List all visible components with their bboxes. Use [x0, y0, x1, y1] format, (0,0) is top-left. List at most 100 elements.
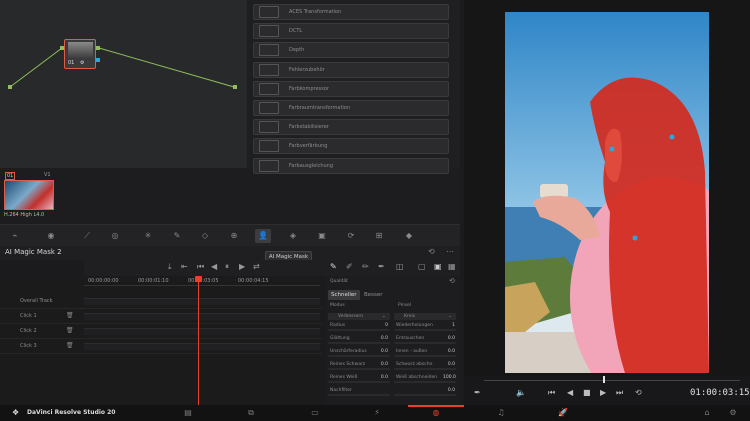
setting-slider[interactable] — [328, 368, 390, 370]
effect-item[interactable]: Farbverfärbung — [253, 138, 449, 155]
curves-icon[interactable]: ⌁ — [10, 231, 20, 241]
settings-gear-icon[interactable]: ⚙ — [728, 408, 738, 418]
window-icon[interactable]: ◇ — [200, 231, 210, 241]
setting-value: 0.0 — [380, 349, 388, 354]
effect-item[interactable]: Farbstabilisierer — [253, 119, 449, 136]
setting-label: Entrauschen — [396, 336, 425, 341]
play-icon[interactable]: ▶ — [600, 389, 606, 397]
setting-slider[interactable] — [328, 355, 390, 357]
options-icon[interactable]: ⋯ — [446, 247, 454, 256]
effect-item[interactable]: Farbraumtransformation — [253, 100, 449, 116]
stop-icon[interactable]: ■ — [583, 389, 591, 397]
show-mask-icon[interactable]: ▢ — [418, 262, 426, 271]
track-reverse-icon[interactable]: ⇤ — [181, 262, 188, 271]
tracker-icon[interactable]: ⊕ — [229, 231, 239, 241]
qualifier-icon[interactable]: ✎ — [172, 231, 182, 241]
skip-start-icon[interactable]: ⏮ — [548, 389, 555, 397]
track-row[interactable]: Click 3 🗑 — [0, 339, 322, 354]
effect-label: DCTL — [289, 28, 303, 35]
effect-item[interactable]: ACES Transformation — [253, 4, 449, 20]
setting-slider[interactable] — [394, 329, 456, 331]
loop-icon[interactable]: ⟲ — [635, 389, 642, 397]
hdr-icon[interactable]: ⟋ — [82, 231, 92, 241]
effect-item[interactable]: DCTL — [253, 23, 449, 40]
fusion-page-icon[interactable]: ⚡ — [372, 408, 382, 418]
add-point-icon[interactable]: ✎ — [330, 262, 337, 271]
effect-icon — [259, 25, 279, 38]
setting-label: Weiß abschneiden — [396, 375, 438, 380]
fairlight-page-icon[interactable]: ♫ — [496, 408, 506, 418]
color-page-tab[interactable]: ◍ — [408, 405, 464, 421]
more-tools-icon[interactable]: ◆ — [404, 231, 414, 241]
track-label: Click 2 — [20, 328, 37, 334]
key-icon[interactable]: ▣ — [317, 231, 327, 241]
skip-end-icon[interactable]: ⏭ — [616, 389, 623, 397]
quality-better-label[interactable]: Besser — [364, 292, 383, 298]
chevron-down-icon: ⌄ — [382, 314, 386, 319]
audio-icon[interactable]: 🔈 — [516, 389, 526, 397]
clip-thumbnail[interactable] — [4, 180, 54, 210]
track-both-icon[interactable]: ⇄ — [253, 262, 260, 271]
setting-label: Unschärferadius — [330, 349, 367, 354]
cut-page-icon[interactable]: ⧉ — [246, 408, 256, 418]
node-input-port[interactable] — [60, 46, 64, 50]
delete-icon[interactable]: 🗑 — [66, 327, 74, 334]
track-row[interactable]: Overall Track — [0, 294, 322, 309]
setting-slider[interactable] — [328, 329, 390, 331]
track-pause-icon[interactable]: ⏸ — [225, 262, 229, 272]
play-reverse-icon[interactable]: ◀ — [567, 389, 573, 397]
setting-slider[interactable] — [394, 355, 456, 357]
edit-page-icon[interactable]: ▭ — [310, 408, 320, 418]
brush-remove-icon[interactable]: ✒ — [378, 262, 385, 271]
pen-tool-icon[interactable]: ✒ — [474, 389, 481, 397]
mask-grid-icon[interactable]: ▦ — [448, 262, 456, 271]
remove-point-icon[interactable]: ✐ — [346, 262, 353, 271]
setting-slider[interactable] — [328, 381, 390, 383]
home-icon[interactable]: ⌂ — [702, 408, 712, 418]
effect-label: ACES Transformation — [289, 9, 342, 15]
mask-mode-icon[interactable]: ▣ — [434, 262, 442, 271]
track-start-icon[interactable]: ⏮ — [197, 262, 204, 272]
setting-slider[interactable] — [394, 381, 456, 383]
effect-item[interactable]: Farbausgleichung — [253, 157, 449, 174]
delete-icon[interactable]: 🗑 — [66, 342, 74, 349]
motion-effects-icon[interactable]: ✳ — [143, 231, 153, 241]
track-reverse-step-icon[interactable]: ⤓ — [168, 262, 172, 272]
sizing-icon[interactable]: ⟳ — [346, 231, 356, 241]
delete-icon[interactable]: 🗑 — [66, 312, 74, 319]
mask-playhead-handle[interactable] — [195, 276, 202, 282]
setting-slider[interactable] — [394, 368, 456, 370]
magic-mask-button[interactable]: 👤 — [255, 229, 271, 243]
deliver-page-icon[interactable]: 🚀 — [558, 408, 568, 418]
track-back-icon[interactable]: ◀ — [211, 262, 217, 271]
brush-add-icon[interactable]: ✏ — [362, 262, 369, 271]
overlay-icon[interactable]: ◫ — [396, 262, 404, 271]
ruler-tick: 00:00:04:15 — [238, 278, 269, 284]
effect-item[interactable]: Farbkompressor — [253, 80, 449, 97]
3d-icon[interactable]: ⊞ — [374, 231, 384, 241]
color-node[interactable]: 01 ⚙ — [64, 39, 96, 69]
mask-playhead[interactable] — [198, 276, 199, 406]
scrubber-track[interactable] — [484, 380, 740, 381]
setting-slider[interactable] — [328, 394, 390, 396]
effect-item[interactable]: Fehlerzubehör — [253, 61, 449, 78]
track-row[interactable]: Click 1 🗑 — [0, 309, 322, 324]
reset-settings-icon[interactable]: ⟲ — [449, 277, 455, 285]
node-key-port[interactable] — [96, 58, 100, 62]
rgb-mixer-icon[interactable]: ◎ — [110, 231, 120, 241]
effect-item[interactable]: Depth — [253, 42, 449, 59]
blur-icon[interactable]: ◈ — [288, 231, 298, 241]
reset-icon[interactable]: ⟲ — [428, 247, 435, 256]
setting-slider[interactable] — [394, 394, 456, 396]
track-row[interactable]: Click 2 🗑 — [0, 324, 322, 339]
media-page-icon[interactable]: ▤ — [183, 408, 193, 418]
viewer-image[interactable] — [505, 12, 709, 373]
setting-slider[interactable] — [394, 342, 456, 344]
node-output-port[interactable] — [96, 46, 100, 50]
setting-slider[interactable] — [328, 342, 390, 344]
node-editor[interactable]: 01 ⚙ — [0, 0, 247, 168]
quality-fast-label: Schneller — [331, 292, 357, 298]
playhead-marker[interactable] — [603, 376, 605, 383]
track-forward-icon[interactable]: ▶ — [239, 262, 245, 271]
color-wheels-icon[interactable]: ◉ — [46, 231, 56, 241]
